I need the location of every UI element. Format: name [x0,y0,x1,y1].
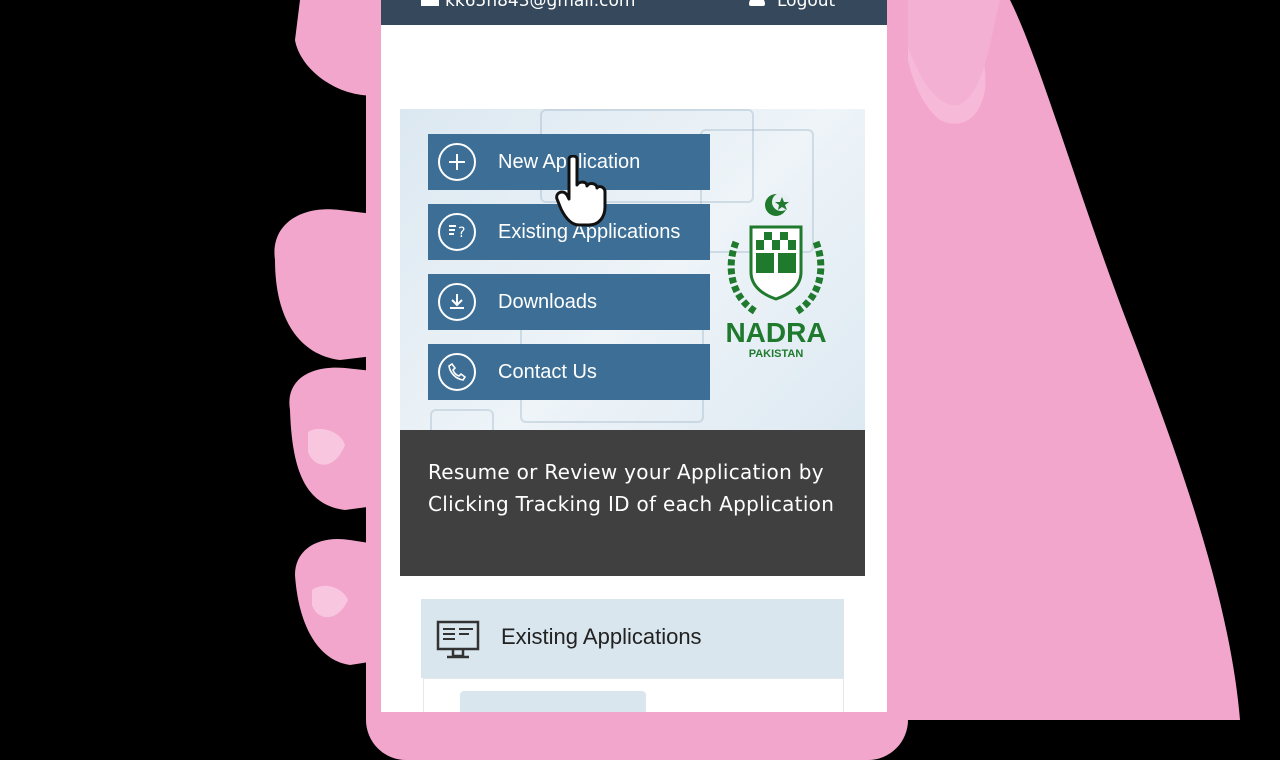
user-icon [749,0,765,6]
downloads-label: Downloads [498,290,597,313]
existing-applications-title: Existing Applications [501,624,702,649]
logout-link[interactable]: Logout [777,0,835,11]
user-email: kk65n843@gmail.com [445,0,636,11]
phone-icon [438,353,476,391]
resume-notice: Resume or Review your Application by Cli… [400,430,865,576]
download-icon [438,283,476,321]
phone-screen: kk65n843@gmail.com Logout New Applicatio… [381,0,887,712]
plus-circle-icon [438,143,476,181]
contact-us-button[interactable]: Contact Us [428,344,710,400]
svg-text:?: ? [458,225,465,241]
mail-icon [421,0,439,6]
logo-subtext: PAKISTAN [749,348,804,360]
contact-us-label: Contact Us [498,360,597,383]
list-tab[interactable] [460,691,646,712]
hand-cursor-icon [555,155,607,227]
hero-panel: New Application ? Existing Applications … [400,109,865,430]
resume-notice-text: Resume or Review your Application by Cli… [428,460,835,516]
existing-applications-list [423,678,844,712]
monitor-icon [435,620,481,664]
chat-question-icon: ? [438,213,476,251]
top-bar: kk65n843@gmail.com Logout [381,0,887,25]
logo-text: NADRA [725,317,826,348]
existing-applications-section: Existing Applications [421,599,844,678]
nadra-logo: NADRA PAKISTAN [725,193,827,360]
downloads-button[interactable]: Downloads [428,274,710,330]
